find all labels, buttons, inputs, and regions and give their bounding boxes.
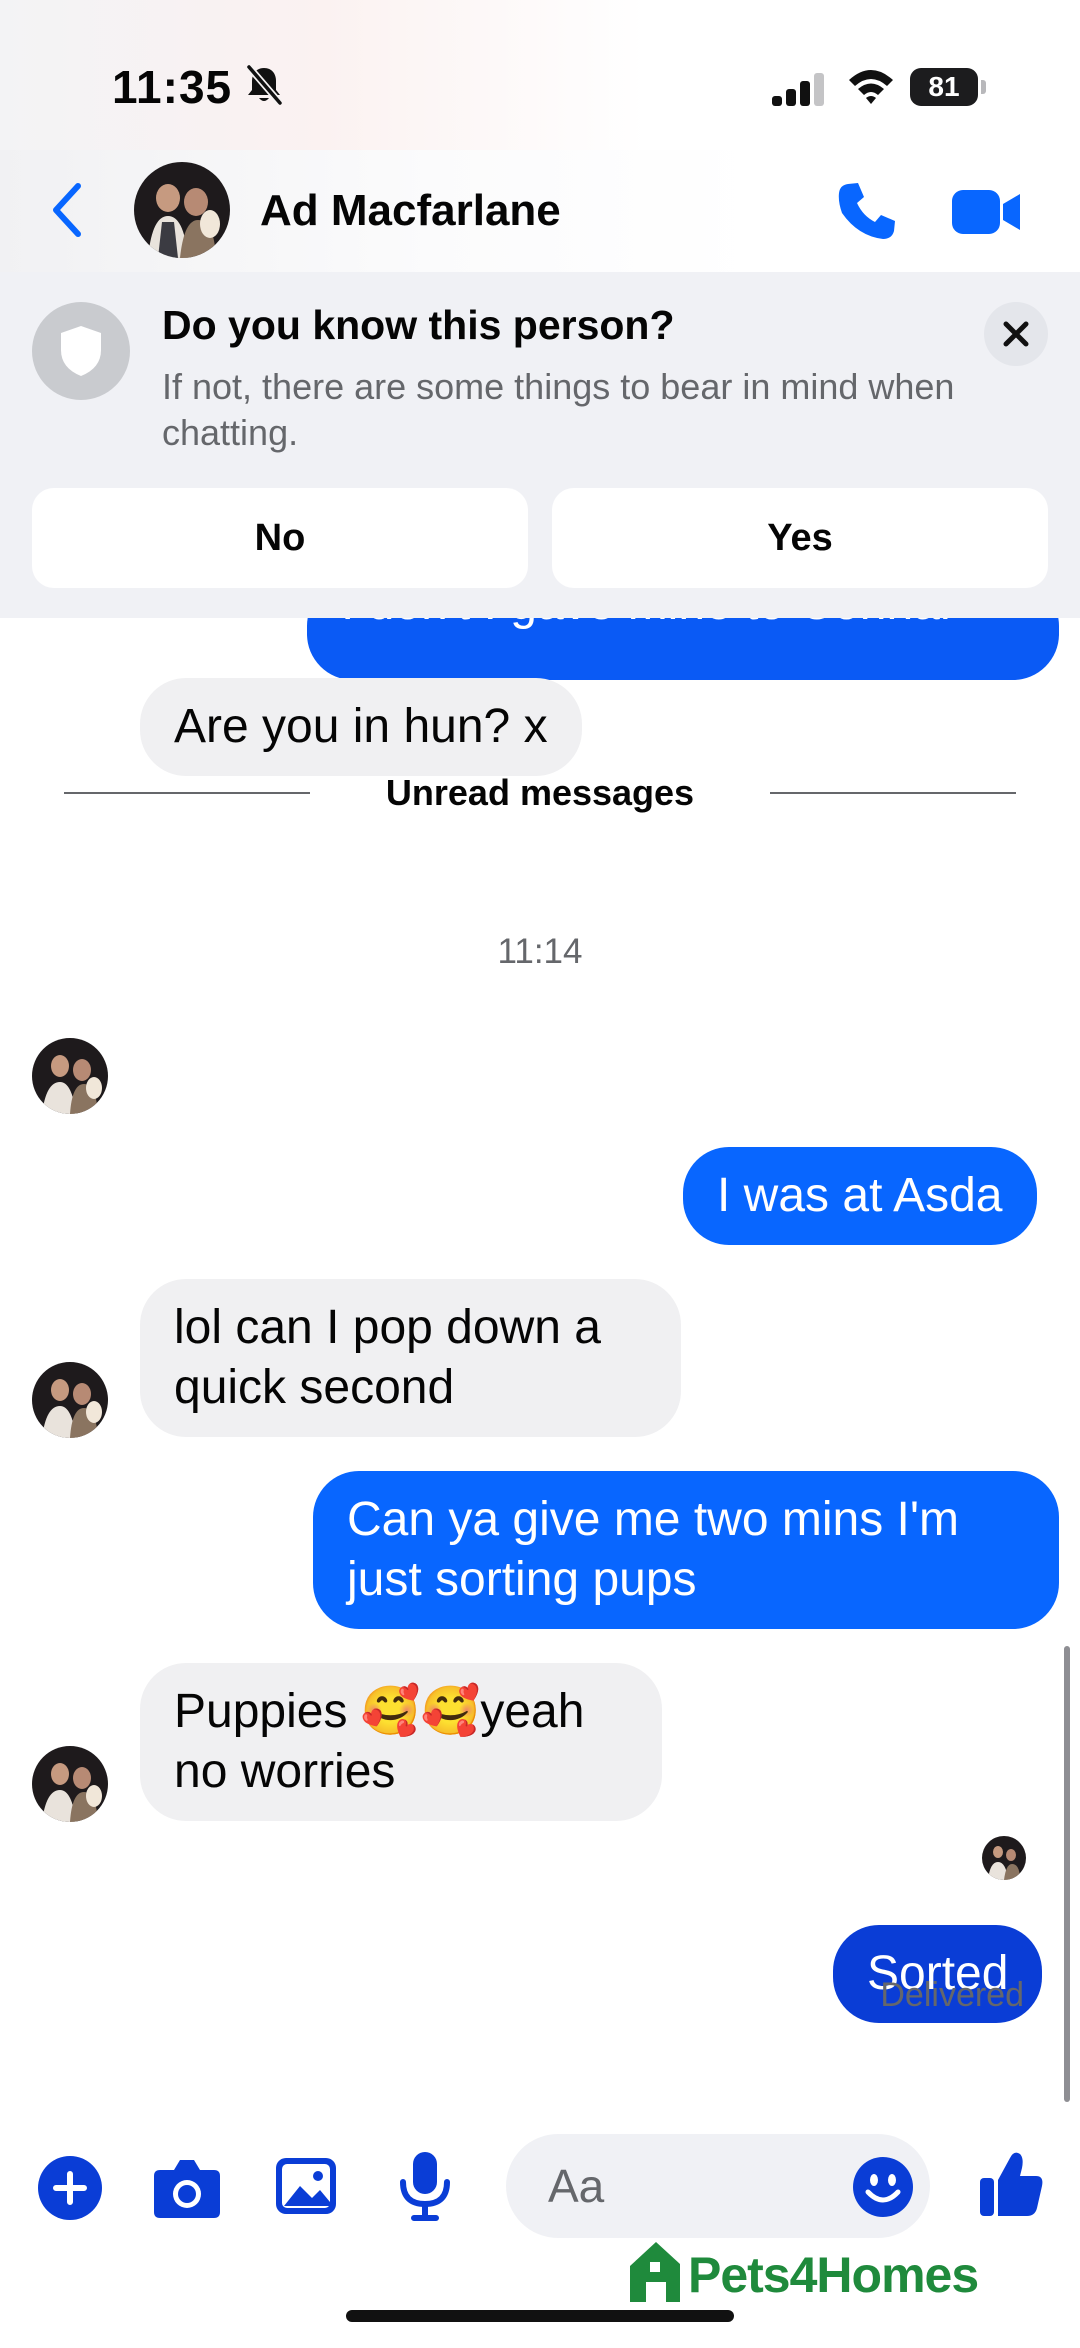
outgoing-message-partial[interactable]: I don't I gave mine to Connar — [307, 618, 1059, 680]
battery-indicator: 81 — [910, 68, 986, 106]
divider-line-right — [770, 792, 1016, 794]
scrollbar[interactable] — [1064, 1646, 1070, 2102]
signal-icon — [772, 73, 824, 106]
plus-icon — [53, 2171, 87, 2205]
banner-close-button[interactable] — [984, 302, 1048, 366]
mic-icon[interactable] — [396, 2150, 454, 2222]
chat-header: Ad Macfarlane — [0, 150, 1080, 272]
outgoing-message[interactable]: Can ya give me two mins I'm just sorting… — [313, 1471, 1059, 1629]
message-timestamp: 11:14 — [497, 932, 583, 971]
message-text: Are you in hun? x — [174, 700, 548, 753]
no-button[interactable]: No — [32, 488, 528, 588]
incoming-message[interactable]: Puppies 🥰🥰yeah no worries — [140, 1663, 662, 1821]
message-text: I don't I gave mine to Connar — [341, 618, 956, 634]
add-button[interactable] — [38, 2156, 102, 2220]
shield-icon — [61, 326, 101, 376]
phone-icon[interactable] — [836, 180, 898, 242]
safety-banner: Do you know this person? If not, there a… — [0, 272, 1080, 618]
incoming-message[interactable]: Are you in hun? x — [140, 678, 582, 776]
contact-avatar[interactable] — [134, 162, 230, 258]
message-text: Puppies 🥰🥰yeah no worries — [174, 1685, 585, 1798]
like-icon[interactable] — [978, 2148, 1044, 2218]
battery-level: 81 — [910, 68, 978, 106]
message-text: Can ya give me two mins I'm just sorting… — [347, 1493, 960, 1606]
delivered-status: Delivered — [880, 1976, 1024, 2014]
pets4homes-watermark: Pets4Homes — [626, 2232, 1006, 2312]
camera-icon[interactable] — [152, 2154, 222, 2222]
watermark-text: Pets4Homes — [688, 2247, 979, 2303]
sender-avatar[interactable] — [32, 1362, 108, 1438]
message-text: lol can I pop down a quick second — [174, 1301, 601, 1414]
sender-avatar[interactable] — [32, 1746, 108, 1822]
sender-avatar[interactable] — [32, 1038, 108, 1114]
banner-text: If not, there are some things to bear in… — [162, 366, 955, 453]
yes-button[interactable]: Yes — [552, 488, 1048, 588]
outgoing-message[interactable]: I was at Asda — [683, 1147, 1037, 1245]
shield-badge — [32, 302, 130, 400]
seen-receipt-avatar — [982, 1836, 1026, 1880]
pets4homes-logo-icon — [630, 2242, 680, 2302]
message-text: I was at Asda — [717, 1169, 1003, 1222]
close-icon — [1003, 321, 1029, 347]
banner-title: Do you know this person? — [162, 302, 675, 348]
home-indicator[interactable] — [346, 2310, 734, 2322]
wifi-icon — [849, 70, 893, 104]
video-icon[interactable] — [950, 186, 1024, 238]
emoji-icon[interactable] — [852, 2156, 914, 2218]
contact-name[interactable]: Ad Macfarlane — [260, 186, 561, 236]
incoming-message[interactable]: lol can I pop down a quick second — [140, 1279, 681, 1437]
back-icon[interactable] — [48, 180, 86, 240]
gallery-icon[interactable] — [274, 2154, 338, 2218]
status-time: 11:35 — [112, 61, 233, 113]
bell-off-icon — [246, 64, 283, 106]
message-list[interactable]: I don't I gave mine to Connar Unread mes… — [0, 618, 1080, 2130]
status-bar: 11:35 81 — [0, 0, 1080, 150]
